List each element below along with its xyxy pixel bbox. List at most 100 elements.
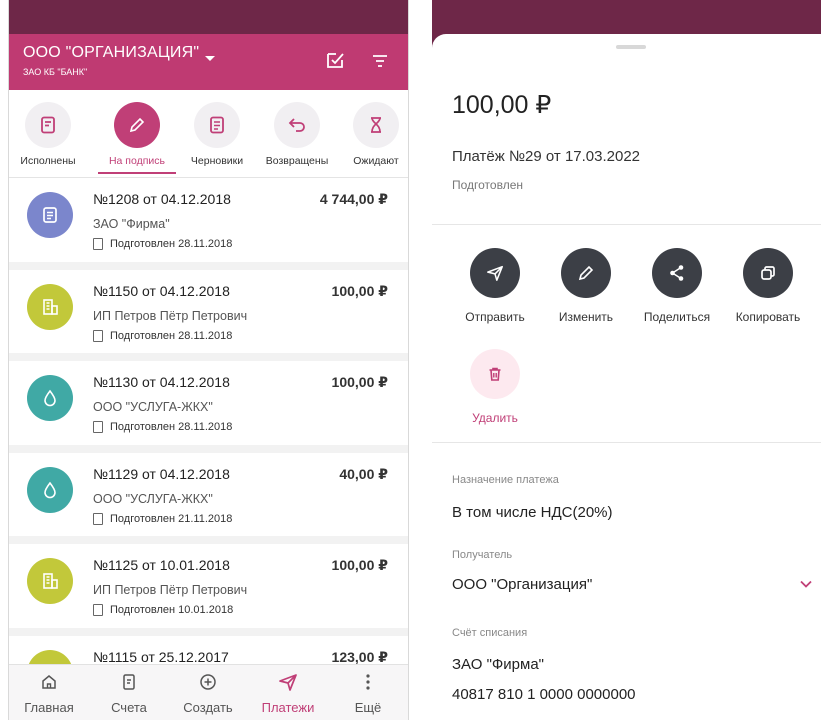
delete-button[interactable]: Удалить: [450, 349, 540, 425]
payment-status: Подготовлен 10.01.2018: [93, 604, 233, 616]
action-label: Поделиться: [643, 310, 711, 324]
tab-label: Ожидают: [353, 155, 399, 167]
tab-drafts[interactable]: Черновики: [178, 102, 256, 167]
copy-button[interactable]: Копировать: [723, 248, 813, 324]
account-name: ЗАО "Фирма": [452, 656, 544, 673]
document-icon: [27, 192, 73, 238]
nav-label: Платежи: [261, 700, 315, 715]
status-bar: [9, 0, 408, 34]
payment-title: №1208 от 04.12.2018: [93, 191, 231, 207]
send-icon: [279, 674, 297, 691]
list-item[interactable]: №1129 от 04.12.2018 40,00 ₽ ООО "УСЛУГА-…: [9, 452, 408, 544]
return-arrow-icon: [288, 118, 305, 132]
drop-icon: [27, 466, 73, 513]
file-icon: [93, 512, 103, 525]
file-icon: [93, 604, 103, 616]
payment-title: №1115 от 25.12.2017: [93, 648, 229, 665]
more-icon: [366, 674, 370, 690]
tab-executed[interactable]: Исполнены: [9, 102, 87, 167]
payment-title: Платёж №29 от 17.03.2022: [452, 148, 641, 165]
bottom-sheet: 100,00 ₽ Платёж №29 от 17.03.2022 Подгот…: [432, 34, 821, 720]
organization-selector[interactable]: ООО "ОРГАНИЗАЦИЯ": [23, 44, 199, 62]
tab-label: Исполнены: [20, 155, 76, 167]
status-text: Подготовлен 28.11.2018: [110, 421, 233, 433]
payment-title: №1129 от 04.12.2018: [93, 465, 230, 482]
nav-label: Создать: [183, 700, 233, 715]
payment-status: Подготовлен 28.11.2018: [93, 421, 232, 433]
tab-label: На подпись: [108, 155, 166, 167]
nav-payments[interactable]: Платежи: [253, 673, 323, 715]
list-item[interactable]: №1208 от 04.12.2018 4 744,00 ₽ ЗАО "Фирм…: [9, 178, 408, 270]
action-label: Изменить: [558, 310, 614, 324]
payment-amount: 123,00 ₽: [331, 648, 388, 665]
status-text: Подготовлен 28.11.2018: [110, 329, 233, 342]
payment-amount: 40,00 ₽: [339, 465, 388, 482]
payment-payee: ЗАО "Фирма": [93, 217, 170, 231]
payment-amount: 4 744,00 ₽: [319, 191, 388, 207]
copy-icon: [761, 266, 775, 280]
drag-handle[interactable]: [616, 45, 646, 49]
trash-icon: [489, 367, 501, 381]
accounts-icon: [123, 674, 135, 690]
payment-payee: ИП Петров Пётр Петрович: [93, 583, 248, 597]
edit-button[interactable]: Изменить: [541, 248, 631, 324]
recipient-label: Получатель: [452, 549, 513, 561]
tab-waiting[interactable]: Ожидают: [337, 102, 408, 167]
pen-icon: [129, 117, 145, 133]
payment-status: Подготовлен 28.11.2018: [93, 329, 233, 342]
nav-more[interactable]: Ещё: [333, 673, 403, 715]
file-icon: [93, 238, 103, 250]
purpose-value: В том числе НДС(20%): [452, 504, 613, 521]
divider: [432, 442, 821, 443]
payment-payee: ООО "УСЛУГА-ЖКХ": [93, 400, 213, 414]
account-number: 40817 810 1 0000 0000000: [452, 686, 636, 703]
status-text: Подготовлен 28.11.2018: [110, 238, 233, 250]
payment-status: Подготовлен: [452, 178, 523, 192]
account-label: Счёт списания: [452, 627, 528, 639]
status-text: Подготовлен 10.01.2018: [110, 604, 234, 616]
status-text: Подготовлен 21.11.2018: [110, 512, 233, 525]
bottom-navigation: Главная Счета Создать Платежи Ещё: [9, 664, 408, 720]
bank-name: ЗАО КБ "БАНК": [23, 67, 88, 77]
payments-list: №1208 от 04.12.2018 4 744,00 ₽ ЗАО "Фирм…: [9, 178, 408, 720]
app-header: ООО "ОРГАНИЗАЦИЯ" ЗАО КБ "БАНК": [9, 34, 408, 90]
list-item[interactable]: №1125 от 10.01.2018 100,00 ₽ ИП Петров П…: [9, 544, 408, 636]
file-icon: [93, 421, 103, 433]
payment-amount: 100,00 ₽: [331, 282, 388, 299]
recipient-value[interactable]: ООО "Организация": [452, 576, 592, 593]
send-button[interactable]: Отправить: [450, 248, 540, 324]
send-icon: [487, 265, 503, 281]
payments-list-screen: ООО "ОРГАНИЗАЦИЯ" ЗАО КБ "БАНК" Исполнен…: [8, 0, 409, 720]
tab-to-sign[interactable]: На подпись: [98, 102, 176, 167]
select-checkbox-icon[interactable]: [325, 50, 345, 70]
list-item[interactable]: №1150 от 04.12.2018 100,00 ₽ ИП Петров П…: [9, 269, 408, 361]
payment-title: №1150 от 04.12.2018: [93, 282, 230, 299]
chevron-down-icon[interactable]: [799, 577, 813, 591]
share-icon: [670, 265, 684, 281]
building-icon: [27, 283, 73, 330]
payment-amount: 100,00 ₽: [331, 374, 388, 390]
doc-check-icon: [41, 116, 55, 134]
nav-home[interactable]: Главная: [14, 673, 84, 715]
nav-label: Счета: [111, 700, 147, 715]
filter-icon[interactable]: [372, 54, 388, 68]
nav-create[interactable]: Создать: [173, 673, 243, 715]
nav-accounts[interactable]: Счета: [94, 673, 164, 715]
tab-returned[interactable]: Возвращены: [258, 102, 336, 167]
payment-amount: 100,00 ₽: [452, 91, 552, 119]
payment-payee: ООО "УСЛУГА-ЖКХ": [93, 491, 213, 506]
status-tabs: Исполнены На подпись Черновики Возвращен…: [9, 90, 408, 178]
payment-details-screen: 100,00 ₽ Платёж №29 от 17.03.2022 Подгот…: [432, 0, 821, 720]
divider: [432, 224, 821, 225]
share-button[interactable]: Поделиться: [632, 248, 722, 324]
action-label: Копировать: [735, 310, 801, 324]
chevron-down-icon[interactable]: [205, 56, 215, 61]
payment-status: Подготовлен 28.11.2018: [93, 238, 232, 250]
pen-icon: [578, 265, 594, 281]
plus-circle-icon: [200, 674, 216, 690]
payment-amount: 100,00 ₽: [331, 557, 388, 573]
payment-title: №1125 от 10.01.2018: [93, 557, 230, 573]
payment-status: Подготовлен 21.11.2018: [93, 512, 233, 525]
hourglass-icon: [371, 117, 381, 133]
list-item[interactable]: №1130 от 04.12.2018 100,00 ₽ ООО "УСЛУГА…: [9, 361, 408, 453]
